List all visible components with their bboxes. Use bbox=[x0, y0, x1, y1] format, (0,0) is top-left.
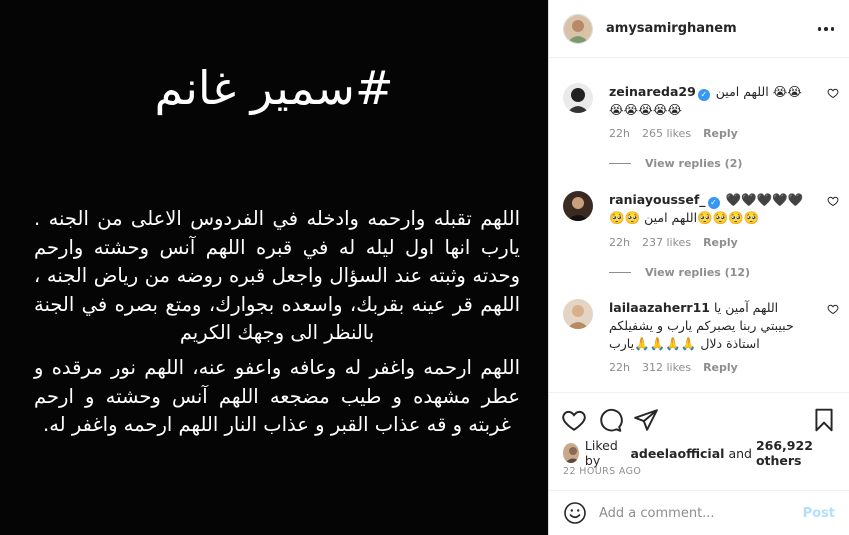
comment-body: raniayoussef_ ✓ 🖤🖤🖤🖤🖤🥺🥺 اللهم امين🥺🥺🥺🥺 bbox=[609, 191, 805, 227]
comment-username[interactable]: zeinareda29 bbox=[609, 84, 696, 99]
comment-input[interactable] bbox=[599, 505, 803, 521]
comment-username[interactable]: lailaazaherr11 bbox=[609, 300, 710, 315]
avatar-image bbox=[563, 443, 579, 463]
author-username[interactable]: amysamirghanem bbox=[606, 21, 737, 36]
liked-by: Liked by adeelaofficial and 266,922 othe… bbox=[563, 438, 841, 468]
post-side-panel: amysamirghanem zeinareda29 ✓ اللهم امين 😭… bbox=[548, 0, 849, 535]
verified-icon: ✓ bbox=[707, 197, 720, 209]
reply-button[interactable]: Reply bbox=[703, 236, 738, 249]
liker-avatar[interactable] bbox=[563, 443, 579, 463]
view-replies-button[interactable]: View replies (2) bbox=[609, 157, 742, 170]
comment-icon[interactable] bbox=[597, 407, 623, 433]
post-header: amysamirghanem bbox=[549, 0, 849, 58]
post-timestamp: 22 HOURS AGO bbox=[563, 466, 642, 477]
reply-button[interactable]: Reply bbox=[703, 127, 738, 140]
comment-body: zeinareda29 ✓ اللهم امين 😭😭😭😭😭😭😭 bbox=[609, 83, 805, 119]
bookmark-icon[interactable] bbox=[811, 407, 837, 433]
liked-and: and bbox=[728, 445, 752, 461]
verified-icon: ✓ bbox=[697, 89, 710, 101]
add-comment-bar: Post bbox=[549, 490, 849, 535]
comment-time: 22h bbox=[609, 127, 630, 140]
comment-meta: 22h 312 likes Reply bbox=[609, 361, 738, 374]
reply-button[interactable]: Reply bbox=[703, 361, 738, 374]
author-avatar[interactable] bbox=[563, 13, 593, 44]
share-icon[interactable] bbox=[633, 407, 659, 433]
post-paragraph-2: اللهم ارحمه واغفر له وعافه واعفو عنه، ال… bbox=[34, 356, 520, 436]
divider-line bbox=[609, 163, 631, 164]
comment-likes[interactable]: 265 likes bbox=[642, 127, 691, 140]
commenter-avatar[interactable] bbox=[563, 83, 593, 113]
view-replies-button[interactable]: View replies (12) bbox=[609, 266, 750, 279]
comment-time: 22h bbox=[609, 361, 630, 374]
avatar-image bbox=[563, 299, 593, 329]
heart-icon[interactable] bbox=[827, 195, 839, 207]
view-replies-label: View replies (2) bbox=[645, 157, 743, 170]
post-hashtag: #سمير غانم bbox=[154, 61, 394, 115]
like-heart-icon[interactable] bbox=[561, 407, 587, 433]
comment-username[interactable]: raniayoussef_ bbox=[609, 192, 706, 207]
comment-body: lailaazaherr11 اللهم آمين يا حبيبتي ربنا… bbox=[609, 299, 805, 353]
liked-prefix: Liked by bbox=[584, 438, 618, 468]
comment-meta: 22h 237 likes Reply bbox=[609, 236, 738, 249]
divider-line bbox=[609, 272, 631, 273]
post-image: #سمير غانم اللهم تقبله وارحمه وادخله في … bbox=[0, 0, 548, 535]
emoji-icon[interactable] bbox=[563, 501, 587, 525]
comments-list[interactable]: zeinareda29 ✓ اللهم امين 😭😭😭😭😭😭😭 22h 265 … bbox=[549, 59, 849, 391]
post-button[interactable]: Post bbox=[803, 506, 835, 521]
avatar-image bbox=[564, 14, 592, 43]
commenter-avatar[interactable] bbox=[563, 191, 593, 221]
avatar-image bbox=[563, 83, 593, 113]
comment-meta: 22h 265 likes Reply bbox=[609, 127, 738, 140]
more-options-icon[interactable] bbox=[817, 20, 835, 38]
avatar-image bbox=[563, 191, 593, 221]
liked-user[interactable]: adeelaofficial bbox=[630, 446, 724, 461]
liked-others[interactable]: 266,922 others bbox=[756, 438, 841, 468]
heart-icon[interactable] bbox=[827, 87, 839, 99]
comment-likes[interactable]: 237 likes bbox=[642, 236, 691, 249]
comment-likes[interactable]: 312 likes bbox=[642, 361, 691, 374]
heart-icon[interactable] bbox=[827, 303, 839, 315]
commenter-avatar[interactable] bbox=[563, 299, 593, 329]
view-replies-label: View replies (12) bbox=[645, 266, 751, 279]
post-paragraph-1: اللهم تقبله وارحمه وادخله في الفردوس الا… bbox=[34, 207, 520, 344]
comment-time: 22h bbox=[609, 236, 630, 249]
